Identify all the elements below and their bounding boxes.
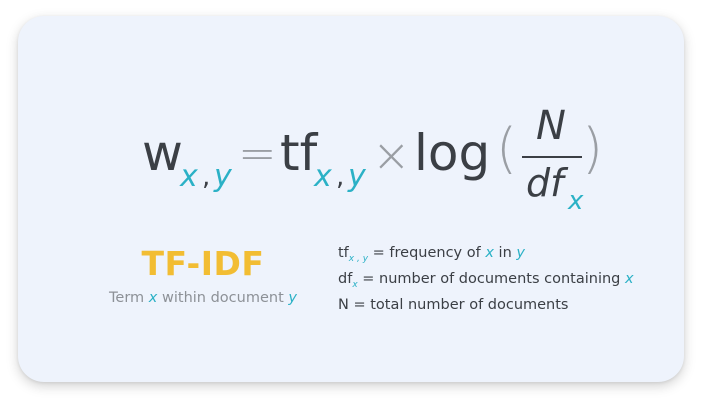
denominator-subscript-x: x <box>568 186 584 216</box>
legend-term: df <box>338 271 353 287</box>
legend-item-tf: tfx , y = frequency of x in y <box>338 240 634 266</box>
definitions-legend: tfx , y = frequency of x in y dfx = numb… <box>338 240 634 318</box>
legend-term-subscript: x <box>352 280 358 290</box>
subtitle-prefix: Term <box>109 290 145 306</box>
weight-subscript-x: x <box>180 159 198 194</box>
tfidf-formula: w x , y = tf x , y × log ( N df x ) <box>142 100 604 214</box>
tf-subscript-x: x <box>314 159 332 194</box>
tf-subscript-comma: , <box>336 162 345 192</box>
equals-sign: = <box>238 126 277 180</box>
legend-text-middle: in <box>498 245 512 261</box>
subtitle-var-y: y <box>288 290 297 306</box>
fraction-numerator: N <box>536 103 566 149</box>
tfidf-title: TF-IDF <box>141 244 265 283</box>
legend-text: = number of documents containing <box>362 271 621 287</box>
legend-term: tf <box>338 245 349 261</box>
legend-item-n: N = total number of documents <box>338 292 634 318</box>
fraction-bar <box>522 156 582 158</box>
weight-symbol: w <box>142 124 183 182</box>
multiply-sign: × <box>372 128 411 182</box>
legend-item-df: dfx = number of documents containing x <box>338 266 634 292</box>
legend-text: = total number of documents <box>353 297 569 313</box>
legend-var-x: x <box>485 245 494 261</box>
close-paren: ) <box>582 117 604 180</box>
legend-var-x: x <box>624 271 634 287</box>
weight-subscript-comma: , <box>202 162 211 192</box>
tfidf-subtitle: Term x within document y <box>84 290 322 306</box>
legend-term-subscript: x , y <box>348 254 369 264</box>
term-frequency-symbol: tf <box>280 124 318 182</box>
formula-card: w x , y = tf x , y × log ( N df x ) TF-I… <box>18 16 684 382</box>
legend-text: = frequency of <box>372 245 481 261</box>
log-symbol: log <box>414 124 491 182</box>
tf-subscript-y: y <box>348 159 366 194</box>
legend-var-y: y <box>516 245 525 261</box>
legend-term: N <box>338 297 349 313</box>
open-paren: ( <box>496 117 518 180</box>
subtitle-var-x: x <box>148 290 158 306</box>
fraction-denominator: df <box>526 161 564 205</box>
weight-subscript-y: y <box>214 159 232 194</box>
subtitle-middle: within document <box>162 290 284 306</box>
